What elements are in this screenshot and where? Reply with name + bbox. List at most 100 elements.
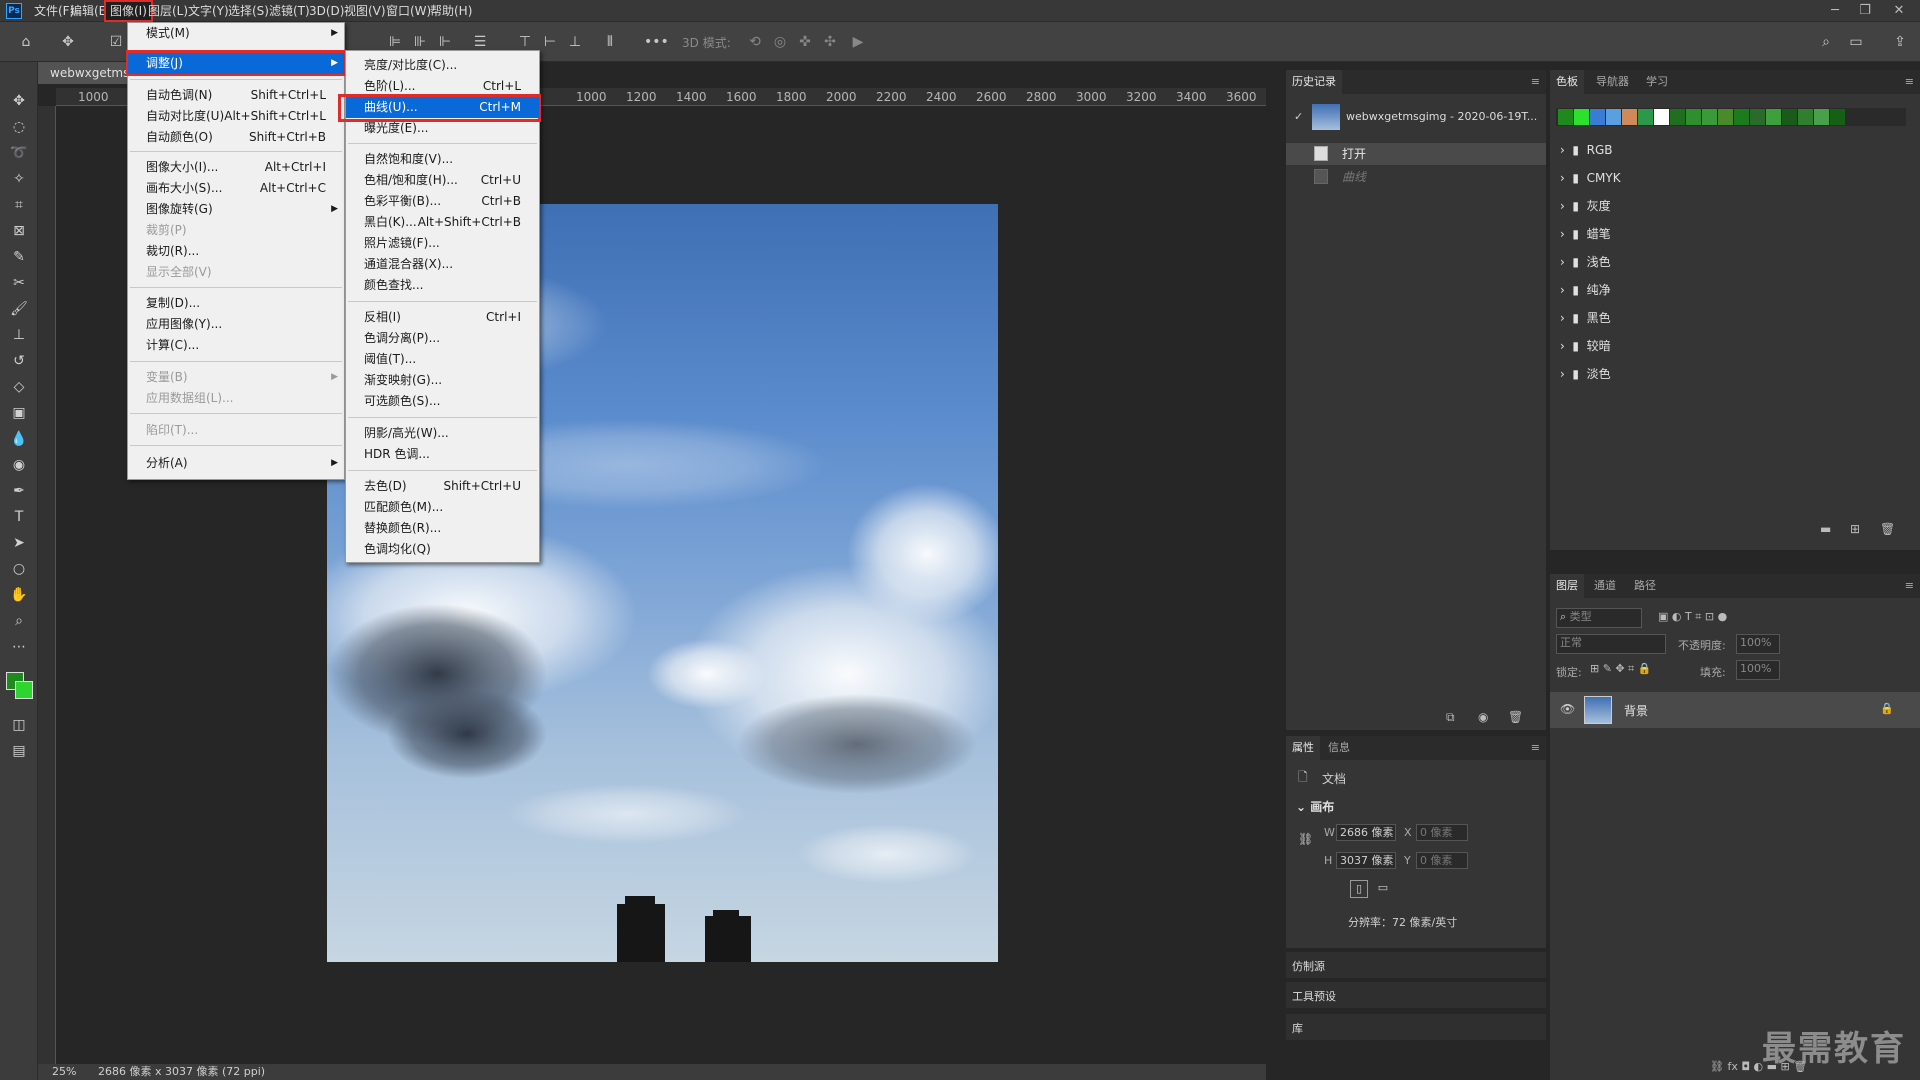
color-swatch[interactable] [1830, 109, 1845, 125]
swatch-folder-cmyk[interactable]: › ▮ CMYK [1560, 166, 1621, 190]
menu-item-replace-color[interactable]: 替换颜色(R)... [346, 518, 539, 539]
landscape-orientation-icon[interactable]: ▭ [1374, 880, 1392, 898]
menu-item-match-color[interactable]: 匹配颜色(M)... [346, 497, 539, 518]
brush-tool-icon[interactable]: 🖌 [7, 298, 31, 320]
color-swatch[interactable] [1734, 109, 1749, 125]
menu-item-trim[interactable]: 裁切(R)... [128, 241, 344, 262]
distribute-icon[interactable]: ☰ [470, 32, 490, 52]
new-group-icon[interactable]: ▬ [1820, 522, 1831, 536]
menu-item-mode[interactable]: 模式(M) ▶ [128, 23, 344, 44]
camera-snapshot-icon[interactable]: ◉ [1478, 710, 1488, 724]
menu-item-vibrance[interactable]: 自然饱和度(V)... [346, 149, 539, 170]
menu-item-shadows-highlights[interactable]: 阴影/高光(W)... [346, 423, 539, 444]
move-tool-icon[interactable]: ✥ [58, 32, 78, 52]
zoom-tool-icon[interactable]: ⌕ [7, 610, 31, 632]
ellipse-tool-icon[interactable]: ○ [7, 558, 31, 580]
color-swatch[interactable] [1574, 109, 1589, 125]
menu-item-apply-image[interactable]: 应用图像(Y)... [128, 314, 344, 335]
pen-tool-icon[interactable]: ✒ [7, 480, 31, 502]
color-swatch[interactable] [1622, 109, 1637, 125]
auto-select-checkbox[interactable]: ☑ [106, 32, 126, 52]
swatch-folder-pastel[interactable]: › ▮ 蜡笔 [1560, 222, 1611, 246]
swatch-folder-grayscale[interactable]: › ▮ 灰度 [1560, 194, 1611, 218]
menu-item-auto-contrast[interactable]: 自动对比度(U) Alt+Shift+Ctrl+L [128, 106, 344, 127]
screen-mode-icon[interactable]: ▤ [7, 740, 31, 762]
menu-item-posterize[interactable]: 色调分离(P)... [346, 328, 539, 349]
menu-item-analysis[interactable]: 分析(A) ▶ [128, 453, 344, 474]
menu-item-hue-saturation[interactable]: 色相/饱和度(H)... Ctrl+U [346, 170, 539, 191]
layer-filter-select[interactable]: ⌕ 类型 [1556, 608, 1642, 628]
hand-tool-icon[interactable]: ✋ [7, 584, 31, 606]
clone-source-panel[interactable]: 仿制源 [1286, 952, 1546, 978]
history-step[interactable]: 曲线 [1286, 166, 1546, 188]
3d-pan-icon[interactable]: ✜ [795, 32, 815, 52]
color-swatch[interactable] [1702, 109, 1717, 125]
3d-camera-icon[interactable]: ▶ [848, 32, 868, 52]
stamp-tool-icon[interactable]: ⊥ [7, 324, 31, 346]
filter-pixel-icon[interactable]: ▣ ◐ T ⌗ ⊡ ● [1658, 610, 1727, 624]
distribute-vertical-icon[interactable]: ⫴ [600, 32, 620, 52]
trash-icon[interactable]: 🗑 [1508, 710, 1523, 724]
libraries-panel[interactable]: 库 [1286, 1014, 1546, 1040]
lasso-tool-icon[interactable]: ➰ [7, 142, 31, 164]
menu-item-gradient-map[interactable]: 渐变映射(G)... [346, 370, 539, 391]
menu-item-selective-color[interactable]: 可选颜色(S)... [346, 391, 539, 412]
panel-menu-icon[interactable]: ≡ [1531, 75, 1540, 88]
3d-roll-icon[interactable]: ◎ [770, 32, 790, 52]
gradient-tool-icon[interactable]: ▣ [7, 402, 31, 424]
align-top-icon[interactable]: ⊤ [515, 32, 535, 52]
menu-item-image-rotation[interactable]: 图像旋转(G) ▶ [128, 199, 344, 220]
tab-layers[interactable]: 图层 [1550, 574, 1584, 598]
magic-wand-icon[interactable]: ✧ [7, 168, 31, 190]
tab-swatches[interactable]: 色板 [1550, 70, 1584, 94]
path-select-icon[interactable]: ➤ [7, 532, 31, 554]
3d-orbit-icon[interactable]: ⟲ [745, 32, 765, 52]
color-swatch[interactable] [1798, 109, 1813, 125]
crop-tool-icon[interactable]: ⌗ [7, 194, 31, 216]
blend-mode-select[interactable]: 正常 [1556, 634, 1666, 654]
menu-item-calculations[interactable]: 计算(C)... [128, 335, 344, 356]
y-field[interactable]: 0 像素 [1416, 852, 1468, 869]
history-brush-icon[interactable]: ↺ [7, 350, 31, 372]
height-field[interactable]: 3037 像素 [1336, 852, 1396, 869]
menu-item-duplicate[interactable]: 复制(D)... [128, 293, 344, 314]
lock-icons[interactable]: ⊞ ✎ ✥ ⌗ 🔒 [1590, 662, 1652, 676]
swatch-folder-light[interactable]: › ▮ 浅色 [1560, 250, 1611, 274]
history-snapshot[interactable]: ✓ webwxgetmsgimg - 2020-06-19T... [1286, 100, 1546, 134]
color-swatch[interactable] [1654, 109, 1669, 125]
quick-mask-icon[interactable]: ◫ [7, 714, 31, 736]
align-left-icon[interactable]: ⊫ [385, 32, 405, 52]
link-icon[interactable]: ⛓ [1298, 832, 1313, 846]
color-swatch[interactable] [1766, 109, 1781, 125]
tab-paths[interactable]: 路径 [1628, 574, 1662, 598]
menu-item-black-white[interactable]: 黑白(K)... Alt+Shift+Ctrl+B [346, 212, 539, 233]
fill-field[interactable]: 100% [1736, 660, 1780, 680]
tab-properties[interactable]: 属性 [1286, 736, 1320, 760]
history-step[interactable]: 打开 [1286, 143, 1546, 165]
blur-tool-icon[interactable]: 💧 [7, 428, 31, 450]
menu-item-auto-tone[interactable]: 自动色调(N) Shift+Ctrl+L [128, 85, 344, 106]
color-swatch[interactable] [1686, 109, 1701, 125]
layer-name[interactable]: 背景 [1624, 702, 1648, 719]
portrait-orientation-icon[interactable]: ▯ [1350, 880, 1368, 898]
layer-row[interactable]: 👁 背景 🔒 [1550, 692, 1920, 728]
color-swatch[interactable] [1558, 109, 1573, 125]
opacity-field[interactable]: 100% [1736, 634, 1780, 654]
restore-icon[interactable]: ❐ [1856, 2, 1874, 20]
panel-menu-icon[interactable]: ≡ [1531, 741, 1540, 754]
tab-info[interactable]: 信息 [1322, 736, 1356, 760]
menu-item-color-balance[interactable]: 色彩平衡(B)... Ctrl+B [346, 191, 539, 212]
swatch-folder-rgb[interactable]: › ▮ RGB [1560, 138, 1613, 162]
color-swatch[interactable] [1670, 109, 1685, 125]
tab-history[interactable]: 历史记录 [1286, 70, 1342, 94]
document-tab[interactable]: webwxgetmsg [38, 62, 137, 84]
menu-item-exposure[interactable]: 曝光度(E)... [346, 118, 539, 139]
type-tool-icon[interactable]: T [7, 506, 31, 528]
share-icon[interactable]: ⇪ [1890, 32, 1910, 52]
marquee-tool-icon[interactable]: ◌ [7, 116, 31, 138]
menu-item-channel-mixer[interactable]: 通道混合器(X)... [346, 254, 539, 275]
color-swatch[interactable] [1782, 109, 1797, 125]
color-swatch[interactable] [1590, 109, 1605, 125]
trash-icon[interactable]: 🗑 [1880, 522, 1895, 536]
3d-slide-icon[interactable]: ✣ [820, 32, 840, 52]
